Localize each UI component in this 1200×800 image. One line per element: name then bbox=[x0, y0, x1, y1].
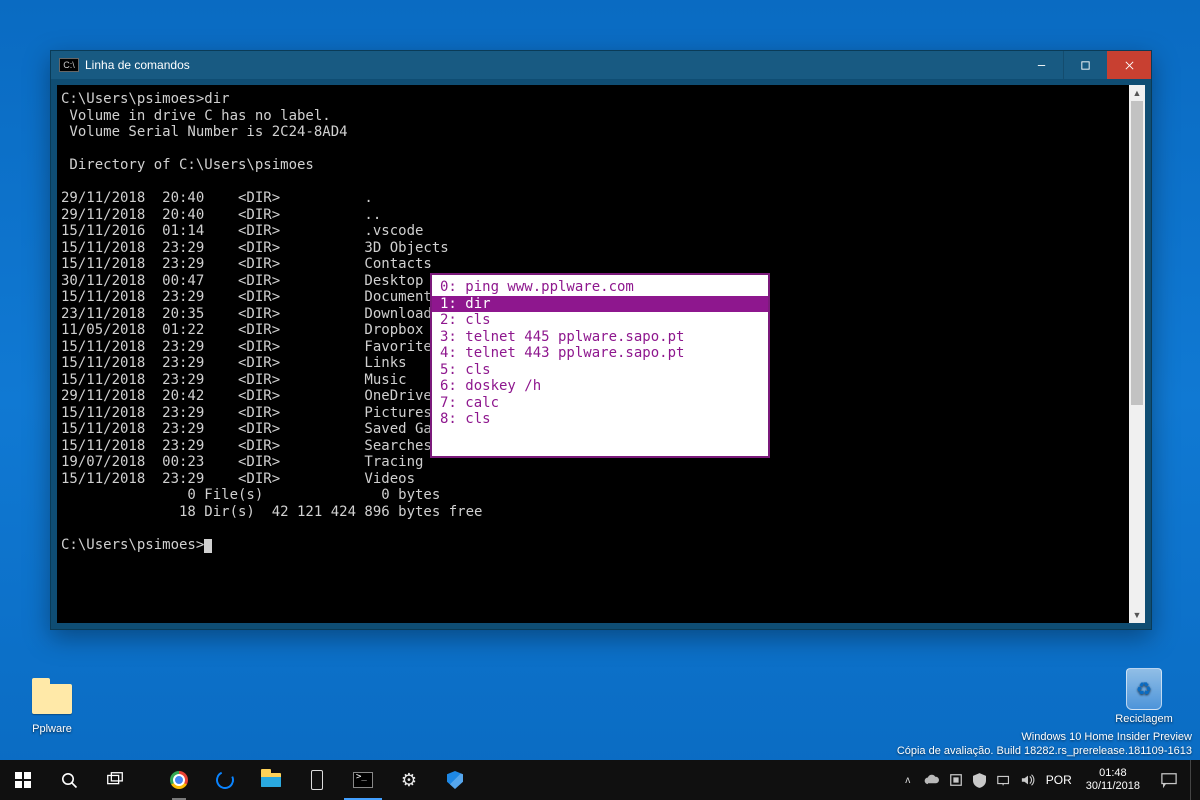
system-tray[interactable]: ʌ POR 01:48 30/11/2018 bbox=[896, 760, 1200, 800]
titlebar[interactable]: C:\ Linha de comandos bbox=[51, 51, 1151, 79]
taskview-button[interactable] bbox=[92, 760, 138, 800]
tray-volume-icon[interactable] bbox=[1016, 760, 1040, 800]
close-button[interactable] bbox=[1107, 51, 1151, 79]
desktop-folder-pplware[interactable]: Pplware bbox=[16, 678, 88, 735]
taskbar-app-yourphone[interactable] bbox=[294, 760, 340, 800]
action-center-button[interactable] bbox=[1148, 772, 1190, 788]
taskbar-app-edge[interactable] bbox=[202, 760, 248, 800]
history-item[interactable]: 8: cls bbox=[432, 411, 768, 428]
command-history-popup[interactable]: 0: ping www.pplware.com1: dir2: cls3: te… bbox=[430, 273, 770, 458]
tray-time: 01:48 bbox=[1086, 767, 1140, 780]
folder-icon bbox=[31, 678, 73, 720]
history-item[interactable]: 1: dir bbox=[432, 296, 768, 313]
history-item[interactable]: 6: doskey /h bbox=[432, 378, 768, 395]
scroll-down-button[interactable]: ▼ bbox=[1129, 607, 1145, 623]
tray-language[interactable]: POR bbox=[1040, 773, 1078, 787]
tray-security-icon[interactable] bbox=[968, 760, 992, 800]
tray-clock[interactable]: 01:48 30/11/2018 bbox=[1078, 767, 1148, 793]
window-title: Linha de comandos bbox=[85, 58, 190, 72]
watermark-line1: Windows 10 Home Insider Preview bbox=[897, 730, 1192, 744]
scroll-thumb[interactable] bbox=[1131, 101, 1143, 405]
cmd-icon bbox=[353, 772, 373, 788]
tray-date: 30/11/2018 bbox=[1086, 780, 1140, 793]
history-item[interactable]: 2: cls bbox=[432, 312, 768, 329]
cmd-title-icon: C:\ bbox=[59, 58, 79, 72]
history-item[interactable]: 4: telnet 443 pplware.sapo.pt bbox=[432, 345, 768, 362]
history-item[interactable]: 0: ping www.pplware.com bbox=[432, 279, 768, 296]
desktop-recycle-bin[interactable]: Reciclagem bbox=[1108, 668, 1180, 725]
windows-watermark: Windows 10 Home Insider Preview Cópia de… bbox=[897, 730, 1192, 758]
scroll-up-button[interactable]: ▲ bbox=[1129, 85, 1145, 101]
edge-icon bbox=[213, 768, 236, 791]
taskbar-app-explorer[interactable] bbox=[248, 760, 294, 800]
shield-icon bbox=[447, 771, 463, 789]
desktop-folder-label: Pplware bbox=[16, 723, 88, 735]
taskbar-app-chrome[interactable] bbox=[156, 760, 202, 800]
cursor bbox=[204, 539, 212, 553]
start-button[interactable] bbox=[0, 760, 46, 800]
taskbar-app-settings[interactable]: ⚙ bbox=[386, 760, 432, 800]
tray-app-icon[interactable] bbox=[944, 760, 968, 800]
gear-icon: ⚙ bbox=[401, 770, 417, 791]
chrome-icon bbox=[170, 771, 188, 789]
history-item[interactable]: 7: calc bbox=[432, 395, 768, 412]
taskbar-app-security[interactable] bbox=[432, 760, 478, 800]
file-explorer-icon bbox=[261, 773, 281, 787]
tray-overflow-button[interactable]: ʌ bbox=[896, 760, 920, 800]
scroll-track[interactable] bbox=[1129, 101, 1145, 607]
search-button[interactable] bbox=[46, 760, 92, 800]
tray-onedrive-icon[interactable] bbox=[920, 760, 944, 800]
minimize-button[interactable] bbox=[1019, 51, 1063, 79]
phone-icon bbox=[311, 770, 323, 790]
vertical-scrollbar[interactable]: ▲ ▼ bbox=[1129, 85, 1145, 623]
recycle-bin-icon bbox=[1123, 668, 1165, 710]
history-item[interactable]: 5: cls bbox=[432, 362, 768, 379]
show-desktop-button[interactable] bbox=[1190, 760, 1196, 800]
watermark-line2: Cópia de avaliação. Build 18282.rs_prere… bbox=[897, 744, 1192, 758]
desktop-recycle-label: Reciclagem bbox=[1108, 713, 1180, 725]
history-item[interactable]: 3: telnet 445 pplware.sapo.pt bbox=[432, 329, 768, 346]
taskbar-app-cmd[interactable] bbox=[340, 760, 386, 800]
tray-network-icon[interactable] bbox=[992, 760, 1016, 800]
maximize-button[interactable] bbox=[1063, 51, 1107, 79]
taskbar[interactable]: ⚙ ʌ POR 01:48 30/11/2018 bbox=[0, 760, 1200, 800]
